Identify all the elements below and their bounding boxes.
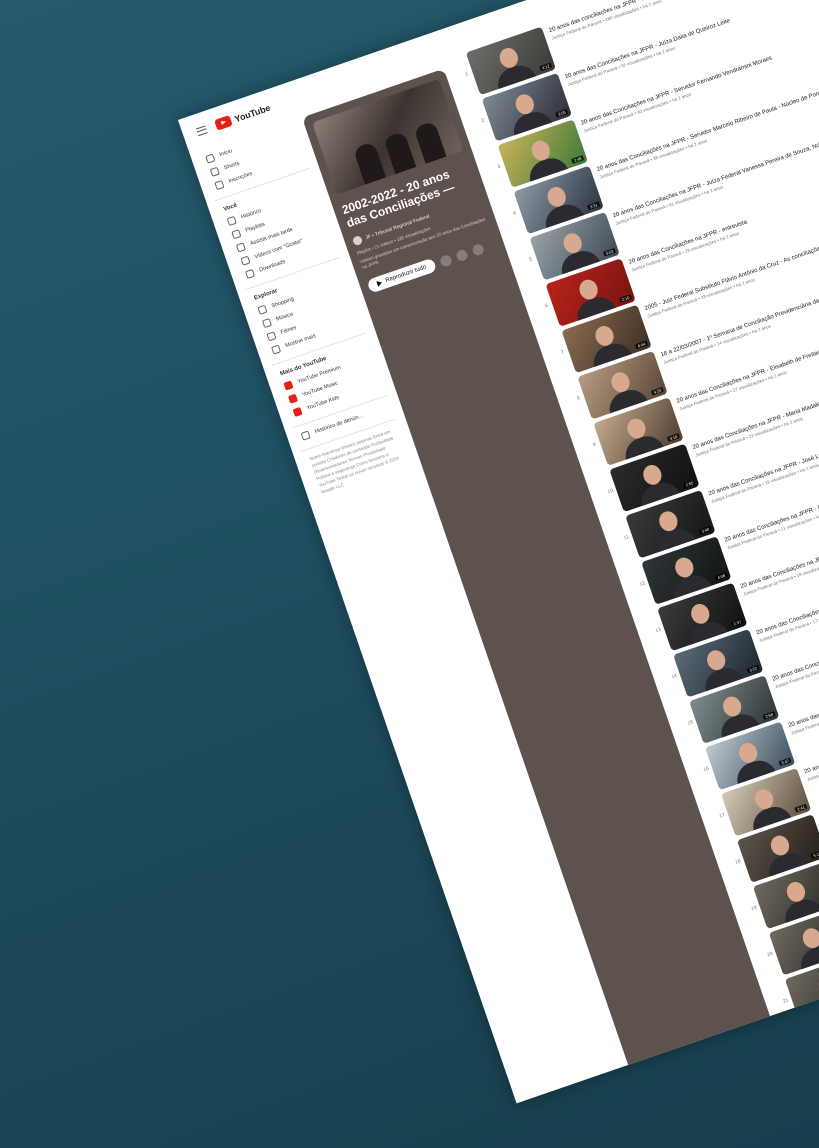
video-duration: 2:58 — [762, 711, 776, 720]
video-duration: 3:05 — [555, 108, 569, 118]
yt-music-icon — [287, 393, 299, 404]
yt-premium-icon — [283, 380, 294, 391]
sidebar-item-label: Inscrições — [227, 170, 254, 185]
history-icon — [226, 215, 237, 227]
video-duration: 2:55 — [683, 479, 696, 489]
sidebar-item-label: Shorts — [223, 160, 241, 172]
video-duration: 2:37 — [730, 618, 744, 628]
video-duration: 2:41 — [794, 803, 808, 813]
menu-icon[interactable] — [195, 124, 208, 136]
video-duration: 4:08 — [714, 572, 728, 581]
download-icon — [244, 268, 256, 280]
video-duration: 3:16 — [667, 433, 680, 442]
music-icon — [261, 318, 273, 329]
video-duration: 5:13 — [810, 850, 819, 859]
share-icon[interactable] — [454, 248, 469, 263]
clock-icon — [235, 242, 247, 253]
youtube-page: YouTube Início Shorts Inscrições Você Hist… — [178, 0, 819, 1104]
more-options-icon[interactable] — [470, 242, 485, 257]
home-icon — [205, 153, 216, 164]
film-icon — [266, 331, 277, 342]
flag-icon — [300, 430, 311, 441]
chevron-down-icon — [271, 344, 282, 355]
video-duration: 5:02 — [603, 247, 617, 257]
rotated-screenshot: YouTube Início Shorts Inscrições Você Hist… — [178, 0, 819, 1104]
playlist-icon — [231, 229, 242, 240]
bag-icon — [257, 304, 268, 315]
youtube-logo-icon — [214, 115, 233, 131]
video-duration: 3:40 — [698, 525, 712, 535]
video-duration: 4:20 — [651, 386, 664, 396]
yt-kids-icon — [292, 406, 303, 418]
video-duration: 2:48 — [571, 155, 585, 164]
sidebar-item-label: Início — [218, 148, 234, 159]
subscriptions-icon — [214, 179, 225, 191]
video-duration: 3:47 — [778, 757, 792, 767]
sidebar-item-label: Downloads — [258, 258, 287, 274]
shorts-icon — [209, 166, 220, 177]
like-icon — [240, 255, 251, 266]
video-duration: 6:44 — [635, 340, 648, 350]
channel-avatar — [351, 234, 364, 247]
play-all-label: Reproduzir tudo — [384, 264, 428, 284]
video-duration: 3:22 — [746, 664, 760, 674]
video-duration: 2:10 — [619, 294, 632, 303]
sidebar-item-label: Filmes — [280, 324, 298, 336]
video-duration: 4:12 — [539, 62, 553, 72]
logo-text: YouTube — [233, 102, 272, 124]
save-playlist-icon[interactable] — [438, 253, 453, 268]
play-icon — [376, 279, 383, 287]
video-duration: 3:31 — [587, 201, 601, 211]
